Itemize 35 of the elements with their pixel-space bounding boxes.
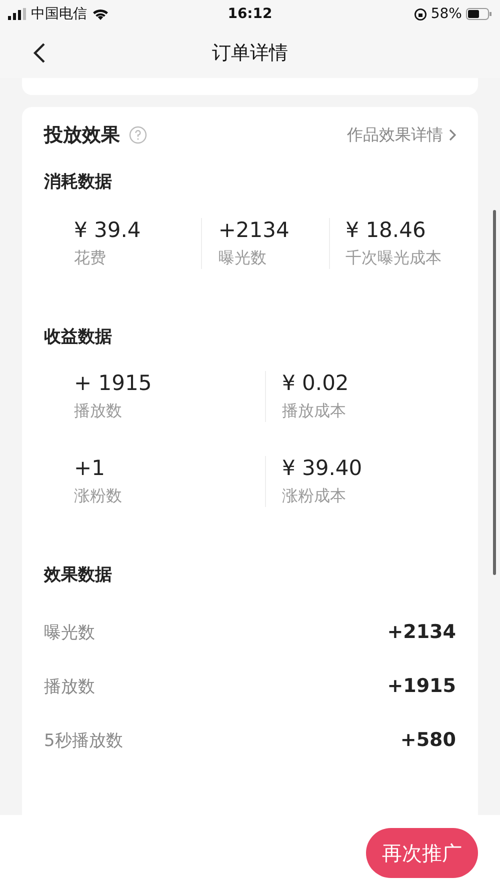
chevron-icon xyxy=(449,129,456,141)
metric-value: +580 xyxy=(400,729,456,751)
signal-icon xyxy=(8,8,26,20)
battery-percent: 58% xyxy=(430,6,462,22)
metric-value: +2134 xyxy=(387,621,456,643)
stat-label: 曝光数 xyxy=(218,248,268,269)
carrier-name: 中国电信 xyxy=(31,5,87,23)
rotation-lock-icon xyxy=(414,8,427,20)
stat-label: 播放数 xyxy=(74,401,123,422)
promote-again-button[interactable]: 再次推广 xyxy=(366,828,478,878)
stat-value: ¥ 0.02 xyxy=(282,371,350,395)
metric-label: 播放数 xyxy=(44,676,95,698)
metric-value: +1915 xyxy=(387,675,456,697)
page-title: 订单详情 xyxy=(212,41,288,66)
section-title: 消耗数据 xyxy=(44,171,113,194)
stat-label: 千次曝光成本 xyxy=(346,248,443,269)
stat-value: ¥ 39.4 xyxy=(74,218,142,242)
battery-icon xyxy=(466,8,492,20)
metric-label: 曝光数 xyxy=(44,622,95,644)
stat-value: ¥ 39.40 xyxy=(282,456,364,480)
stat-label: 花费 xyxy=(74,248,107,269)
section-title: 收益数据 xyxy=(44,326,113,349)
stat-value: +1 xyxy=(74,456,106,480)
stat-value: + 1915 xyxy=(74,371,153,395)
wifi-icon xyxy=(92,8,109,20)
stat-value: +2134 xyxy=(218,218,290,242)
section-title: 效果数据 xyxy=(44,564,113,587)
stat-label: 播放成本 xyxy=(282,401,347,422)
details-link[interactable]: 作品效果详情 xyxy=(347,124,456,146)
metric-label: 5秒播放数 xyxy=(44,730,123,752)
clock-time: 16:12 xyxy=(228,6,272,22)
stat-label: 涨粉成本 xyxy=(282,486,347,507)
stat-label: 涨粉数 xyxy=(74,486,123,507)
stat-value: ¥ 18.46 xyxy=(346,218,427,242)
card-title: 投放效果 xyxy=(44,123,120,148)
